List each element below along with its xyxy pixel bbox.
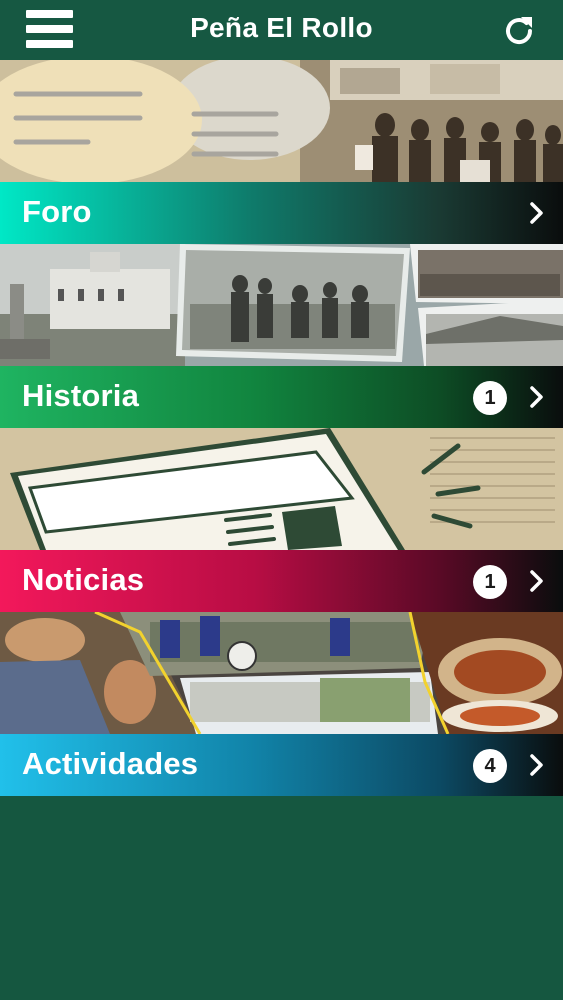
activities-collage [0, 612, 563, 734]
app-header: Peña El Rollo [0, 0, 563, 60]
banner-historia [0, 244, 563, 366]
chevron-right-icon [530, 386, 543, 408]
chevron-right-icon [530, 754, 543, 776]
chevron-right-icon [530, 570, 543, 592]
section-foro[interactable]: Foro [0, 182, 563, 244]
newspaper-illustration [0, 428, 563, 550]
section-actividades-label: Actividades [22, 746, 199, 781]
notification-badge: 1 [473, 565, 507, 599]
village-square-photos [0, 244, 563, 366]
notification-badge: 4 [473, 749, 507, 783]
section-historia-label: Historia [22, 378, 140, 413]
section-noticias-label: Noticias [22, 562, 145, 597]
chevron-right-icon [530, 202, 543, 224]
section-historia[interactable]: Historia 1 [0, 366, 563, 428]
app-title: Peña El Rollo [190, 12, 373, 43]
banner-actividades [0, 612, 563, 734]
speech-bubbles-crowd-photo [0, 60, 563, 182]
refresh-icon[interactable] [500, 12, 538, 50]
section-foro-label: Foro [22, 194, 92, 229]
banner-foro [0, 60, 563, 182]
notification-badge: 1 [473, 381, 507, 415]
banner-noticias [0, 428, 563, 550]
section-noticias[interactable]: Noticias 1 [0, 550, 563, 612]
section-actividades[interactable]: Actividades 4 [0, 734, 563, 796]
